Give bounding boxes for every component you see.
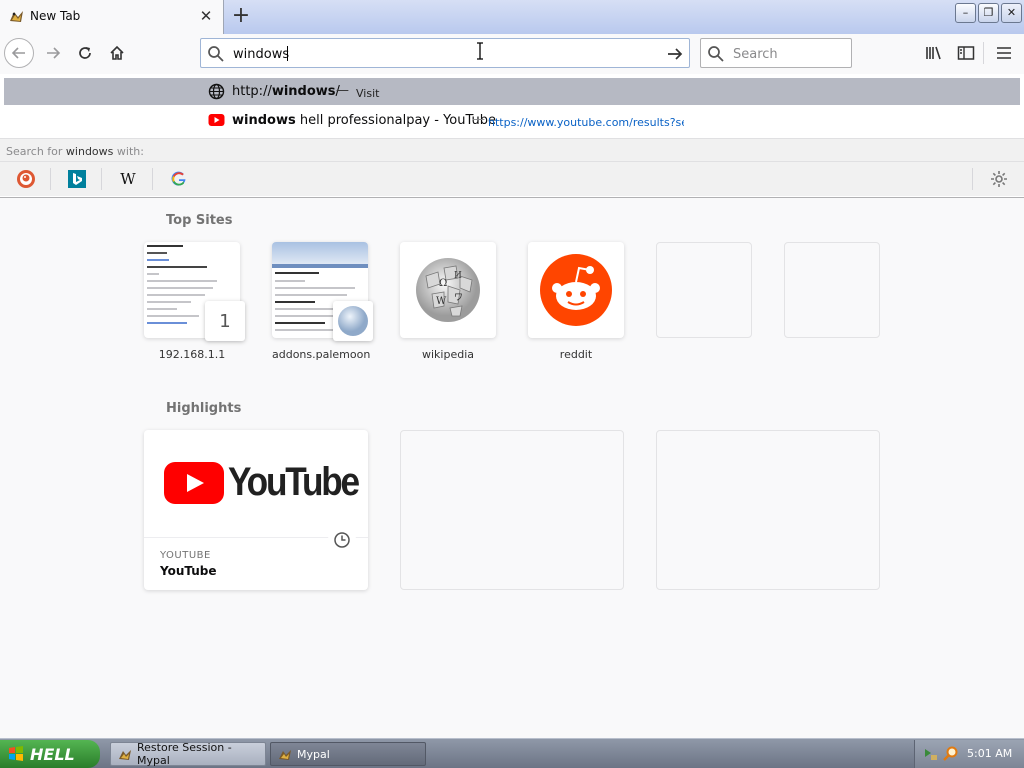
taskbar-item-restore-session[interactable]: Restore Session - Mypal: [110, 741, 266, 767]
google-icon[interactable]: [168, 168, 190, 190]
system-tray: 5:01 AM: [914, 740, 1024, 768]
tab-close-icon[interactable]: ✕: [196, 6, 216, 26]
taskbar-item-label: Mypal: [297, 747, 330, 761]
engine-separator: [972, 168, 973, 190]
toolbar-separator: [983, 42, 984, 64]
taskbar: HELL Restore Session - Mypal Mypal 5:01 …: [0, 738, 1024, 768]
ibeam-cursor-icon: [477, 42, 483, 60]
top-site-tile-reddit[interactable]: [528, 242, 624, 338]
highlight-placeholder: [656, 430, 880, 590]
network-tray-icon[interactable]: [923, 746, 939, 762]
library-icon: [926, 46, 941, 60]
navigation-toolbar: windows Search: [0, 34, 1024, 74]
site-number-badge: 1: [205, 301, 245, 341]
highlight-title: YouTube: [160, 564, 217, 578]
highlight-card-youtube[interactable]: YouTube YOUTUBE YouTube: [144, 430, 368, 590]
autocomplete-visit-action: Visit: [356, 87, 380, 100]
text-caret: [287, 46, 288, 61]
search-icon: [208, 46, 224, 62]
window-maximize-button[interactable]: ❐: [978, 3, 999, 23]
home-icon: [110, 45, 124, 60]
wikipedia-globe-icon: Ω И W ワ: [416, 254, 480, 322]
autocomplete-separator: —: [472, 112, 485, 127]
windows-logo-icon: [9, 746, 23, 761]
taskbar-item-mypal[interactable]: Mypal: [270, 742, 426, 766]
top-site-label: wikipedia: [421, 348, 474, 361]
sidebar-button[interactable]: [952, 39, 980, 67]
menu-button[interactable]: [990, 39, 1018, 67]
bing-icon[interactable]: [66, 168, 88, 190]
mypal-app-icon: [279, 750, 291, 760]
search-with-header: Search for windows with:: [0, 138, 1024, 162]
top-site-label: reddit: [559, 348, 593, 361]
globe-icon: [208, 83, 225, 100]
autocomplete-history-title: windows hell professionalpay - YouTube: [232, 113, 496, 128]
svg-text:W: W: [436, 296, 447, 307]
reddit-icon: [540, 254, 612, 326]
mypal-app-icon: [119, 750, 131, 760]
window-minimize-button[interactable]: –: [955, 3, 976, 23]
engine-separator: [50, 168, 51, 190]
library-button[interactable]: [920, 39, 948, 67]
youtube-play-icon: [164, 462, 224, 504]
youtube-logo: YouTube: [144, 430, 368, 538]
search-bar[interactable]: Search: [700, 38, 852, 68]
search-settings-gear-icon[interactable]: [988, 168, 1010, 190]
search-with-label: Search for windows with:: [6, 145, 144, 158]
new-tab-page: Top Sites 1 192.168.1.1 addons.palemoon …: [0, 198, 1024, 738]
top-sites-heading: Top Sites: [166, 213, 233, 228]
engine-separator: [101, 168, 102, 190]
start-label: HELL: [30, 744, 75, 764]
tab-title: New Tab: [30, 9, 81, 23]
window-close-button[interactable]: ✕: [1001, 3, 1022, 23]
one-off-search-engines: W: [0, 162, 1024, 196]
autocomplete-popup: http://windows/ — Visit windows hell pro…: [0, 74, 1024, 198]
tab-strip: New Tab ✕ + – ❐ ✕: [0, 0, 1024, 34]
top-site-placeholder: [656, 242, 752, 338]
autocomplete-row-visit[interactable]: http://windows/ — Visit: [4, 78, 1020, 105]
youtube-icon: [208, 114, 225, 126]
search-icon: [708, 46, 724, 62]
reload-button[interactable]: [70, 38, 100, 68]
forward-button[interactable]: [38, 38, 68, 68]
back-button[interactable]: [4, 38, 34, 68]
sidebar-icon: [957, 46, 975, 60]
top-site-label: 192.168.1.1: [158, 348, 226, 361]
wikipedia-icon[interactable]: W: [117, 168, 139, 190]
tab-new-tab[interactable]: New Tab ✕: [0, 0, 224, 34]
home-button[interactable]: [102, 38, 132, 68]
highlight-host: YOUTUBE: [160, 550, 211, 561]
svg-text:Ω: Ω: [439, 278, 447, 289]
search-placeholder: Search: [733, 47, 778, 62]
mypal-favicon-icon: [10, 11, 23, 22]
highlight-placeholder: [400, 430, 624, 590]
history-clock-icon: [328, 526, 356, 554]
top-site-label: addons.palemoon: [272, 348, 371, 361]
autocomplete-separator: —: [336, 83, 349, 98]
new-tab-button[interactable]: +: [228, 4, 254, 30]
autocomplete-row-history[interactable]: windows hell professionalpay - YouTube —…: [4, 108, 1020, 134]
arrow-right-icon: [47, 47, 61, 59]
reload-icon: [79, 47, 91, 59]
autocomplete-history-url: https://www.youtube.com/results?searc: [488, 116, 684, 129]
magnifier-tray-icon[interactable]: [943, 746, 959, 762]
engine-separator: [152, 168, 153, 190]
url-input-value[interactable]: windows: [233, 47, 289, 62]
hamburger-menu-icon: [997, 47, 1011, 59]
url-bar[interactable]: windows: [200, 38, 690, 68]
duckduckgo-icon[interactable]: [15, 168, 37, 190]
start-button[interactable]: HELL: [0, 740, 100, 768]
top-site-tile-wikipedia[interactable]: Ω И W ワ: [400, 242, 496, 338]
youtube-wordmark: YouTube: [228, 460, 360, 504]
go-arrow-icon[interactable]: [665, 44, 685, 64]
palemoon-icon: [333, 301, 373, 341]
svg-text:ワ: ワ: [454, 293, 463, 303]
tray-clock: 5:01 AM: [967, 747, 1013, 760]
svg-text:И: И: [454, 271, 462, 281]
taskbar-item-label: Restore Session - Mypal: [137, 741, 232, 767]
top-site-placeholder: [784, 242, 880, 338]
highlights-heading: Highlights: [166, 401, 242, 416]
autocomplete-visit-url: http://windows/: [232, 84, 340, 99]
arrow-left-icon: [11, 47, 25, 59]
